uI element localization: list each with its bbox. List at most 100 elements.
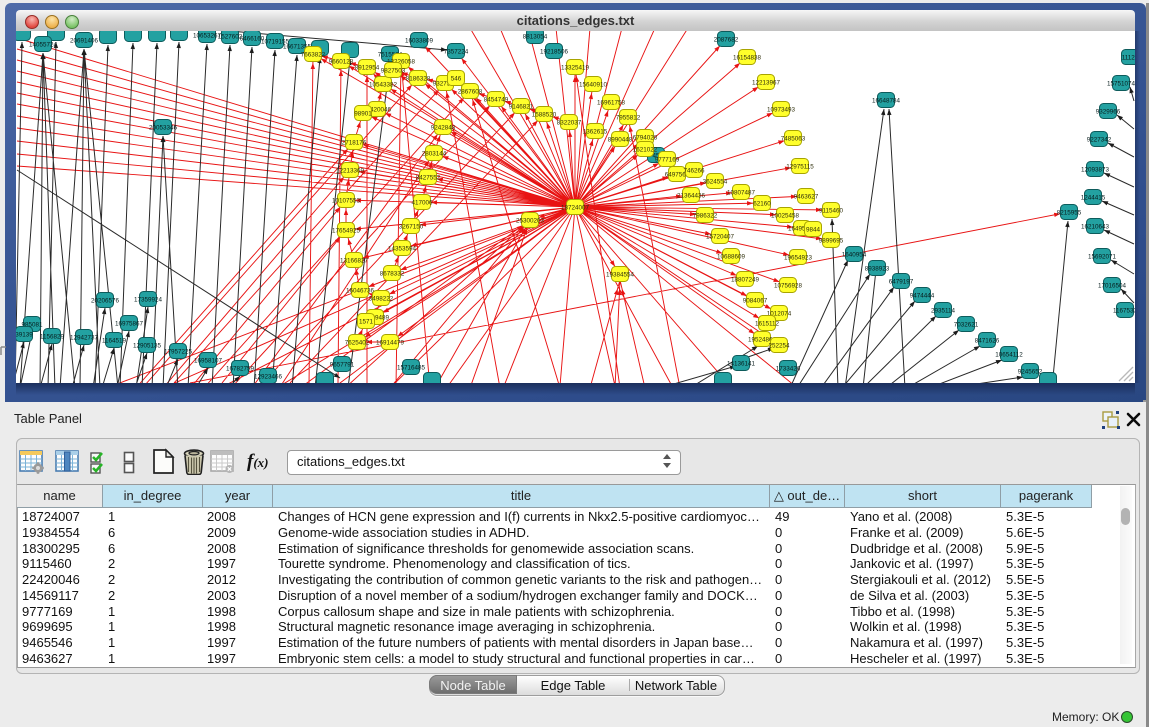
svg-text:15640910: 15640910 bbox=[579, 81, 608, 88]
svg-text:1733426: 1733426 bbox=[776, 365, 801, 372]
svg-text:1588520: 1588520 bbox=[532, 111, 557, 118]
svg-text:9474444: 9474444 bbox=[910, 292, 935, 299]
svg-text:2867608: 2867608 bbox=[458, 88, 483, 95]
svg-text:16961758: 16961758 bbox=[597, 99, 626, 106]
svg-text:15720407: 15720407 bbox=[706, 233, 735, 240]
svg-text:8938923: 8938923 bbox=[865, 265, 890, 272]
svg-text:1362615: 1362615 bbox=[583, 128, 608, 135]
svg-text:12942737: 12942737 bbox=[70, 334, 99, 341]
svg-text:1156829: 1156829 bbox=[40, 333, 65, 340]
svg-text:15692071: 15692071 bbox=[1088, 253, 1117, 260]
svg-text:8186328: 8186328 bbox=[406, 75, 431, 82]
svg-text:9899695: 9899695 bbox=[819, 237, 844, 244]
svg-text:14055724: 14055724 bbox=[29, 41, 58, 48]
svg-text:10756928: 10756928 bbox=[774, 282, 803, 289]
svg-text:8427552: 8427552 bbox=[416, 174, 441, 181]
svg-text:8454749: 8454749 bbox=[484, 96, 509, 103]
svg-text:8471626: 8471626 bbox=[975, 337, 1000, 344]
svg-text:19218506: 19218506 bbox=[540, 48, 569, 55]
svg-text:1164519: 1164519 bbox=[102, 337, 127, 344]
svg-text:10543382: 10543382 bbox=[369, 81, 398, 88]
svg-text:19654923: 19654923 bbox=[784, 254, 813, 261]
svg-text:18724007: 18724007 bbox=[561, 204, 590, 211]
svg-text:12213967: 12213967 bbox=[752, 79, 781, 86]
svg-text:2087682: 2087682 bbox=[714, 36, 739, 43]
svg-text:16033809: 16033809 bbox=[405, 37, 434, 44]
svg-text:19384554: 19384554 bbox=[606, 271, 635, 278]
svg-text:9329966: 9329966 bbox=[1096, 108, 1121, 115]
svg-text:9227342: 9227342 bbox=[1087, 136, 1112, 143]
svg-text:1167533: 1167533 bbox=[1113, 307, 1135, 314]
svg-text:14136141: 14136141 bbox=[727, 360, 756, 367]
svg-text:9657791: 9657791 bbox=[330, 361, 355, 368]
svg-text:13325419: 13325419 bbox=[561, 64, 590, 71]
svg-text:252254: 252254 bbox=[768, 342, 790, 349]
svg-text:1640954: 1640954 bbox=[842, 251, 867, 258]
svg-text:1244415: 1244415 bbox=[1081, 194, 1106, 201]
svg-text:98901: 98901 bbox=[354, 110, 372, 117]
svg-text:16958107: 16958107 bbox=[194, 357, 223, 364]
svg-text:8322037: 8322037 bbox=[557, 119, 582, 126]
svg-text:16782759: 16782759 bbox=[226, 365, 255, 372]
svg-text:18807249: 18807249 bbox=[731, 276, 760, 283]
svg-text:417006: 417006 bbox=[411, 199, 433, 206]
svg-text:9245652: 9245652 bbox=[1018, 368, 1043, 375]
svg-text:17654925: 17654925 bbox=[332, 227, 361, 234]
svg-text:2935114: 2935114 bbox=[931, 307, 956, 314]
svg-text:16648784: 16648784 bbox=[872, 97, 901, 104]
svg-text:3267150: 3267150 bbox=[399, 223, 424, 230]
svg-text:9115460: 9115460 bbox=[819, 207, 844, 214]
svg-text:11123: 11123 bbox=[1122, 54, 1135, 61]
svg-text:12905135: 12905135 bbox=[133, 342, 162, 349]
svg-text:8813054: 8813054 bbox=[523, 33, 548, 40]
svg-text:62160: 62160 bbox=[753, 200, 771, 207]
svg-text:7357224: 7357224 bbox=[444, 48, 469, 55]
svg-text:16975867: 16975867 bbox=[115, 320, 144, 327]
svg-text:8990448: 8990448 bbox=[608, 136, 633, 143]
svg-text:12975115: 12975115 bbox=[786, 163, 814, 170]
svg-text:17957225: 17957225 bbox=[164, 348, 193, 355]
svg-text:3498222: 3498222 bbox=[369, 295, 394, 302]
svg-text:14353594: 14353594 bbox=[388, 245, 417, 252]
svg-text:9777169: 9777169 bbox=[655, 156, 680, 163]
svg-text:6479197: 6479197 bbox=[889, 278, 914, 285]
svg-text:8678332: 8678332 bbox=[380, 270, 405, 277]
svg-text:10107553: 10107553 bbox=[332, 197, 361, 204]
svg-text:3624554: 3624554 bbox=[703, 178, 728, 185]
svg-text:7955812: 7955812 bbox=[616, 114, 641, 121]
svg-text:2718176: 2718176 bbox=[342, 139, 367, 146]
svg-text:9084067: 9084067 bbox=[743, 297, 768, 304]
svg-text:746266: 746266 bbox=[683, 167, 705, 174]
svg-text:39139: 39139 bbox=[16, 331, 33, 338]
svg-text:12213369: 12213369 bbox=[336, 167, 365, 174]
svg-text:9827503: 9827503 bbox=[381, 67, 406, 74]
svg-text:10807487: 10807487 bbox=[727, 189, 756, 196]
svg-text:10654112: 10654112 bbox=[995, 351, 1023, 358]
svg-text:20691406: 20691406 bbox=[70, 37, 99, 44]
svg-text:546: 546 bbox=[451, 75, 462, 82]
svg-text:15751074: 15751074 bbox=[1107, 80, 1135, 87]
svg-text:9463627: 9463627 bbox=[794, 193, 819, 200]
svg-text:20206576: 20206576 bbox=[91, 297, 120, 304]
svg-text:9146821: 9146821 bbox=[509, 103, 534, 110]
svg-text:7663822: 7663822 bbox=[301, 51, 326, 58]
svg-text:7625402: 7625402 bbox=[345, 339, 370, 346]
svg-text:9660128: 9660128 bbox=[329, 58, 354, 65]
svg-text:1571: 1571 bbox=[359, 318, 374, 325]
svg-text:25300203: 25300203 bbox=[516, 217, 545, 224]
svg-text:15716485: 15716485 bbox=[397, 364, 426, 371]
svg-text:7032621: 7032621 bbox=[954, 321, 979, 328]
svg-text:8912954: 8912954 bbox=[355, 64, 380, 71]
svg-text:7986322: 7986322 bbox=[693, 212, 718, 219]
svg-text:20053346: 20053346 bbox=[149, 124, 178, 131]
svg-text:17359924: 17359924 bbox=[134, 296, 163, 303]
svg-text:1621022: 1621022 bbox=[633, 146, 658, 153]
svg-text:2803144: 2803144 bbox=[422, 150, 447, 157]
svg-text:16046736: 16046736 bbox=[346, 287, 375, 294]
svg-text:8215955: 8215955 bbox=[1057, 209, 1082, 216]
svg-text:16914479: 16914479 bbox=[376, 339, 405, 346]
svg-text:12923466: 12923466 bbox=[254, 373, 283, 380]
svg-text:9844: 9844 bbox=[806, 226, 821, 233]
svg-text:16154838: 16154838 bbox=[733, 54, 762, 61]
svg-text:9242848: 9242848 bbox=[431, 124, 456, 131]
